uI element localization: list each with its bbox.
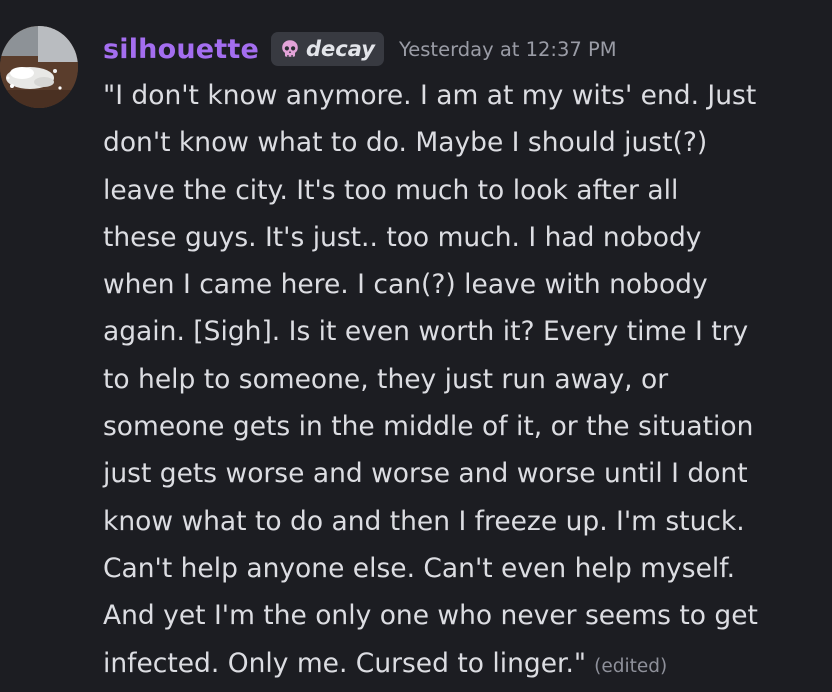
edited-label: (edited) <box>594 655 668 677</box>
message-text: "I don't know anymore. I am at my wits' … <box>103 80 758 679</box>
timestamp[interactable]: Yesterday at 12:37 PM <box>399 38 617 61</box>
chat-message: silhouette decay Yesterday at 12:37 PM "… <box>0 0 832 692</box>
message-header: silhouette decay Yesterday at 12:37 PM <box>103 28 617 70</box>
server-tag-label: decay <box>306 37 375 61</box>
server-tag[interactable]: decay <box>271 32 384 66</box>
avatar-image <box>0 26 78 108</box>
avatar[interactable] <box>0 26 78 108</box>
skull-icon <box>279 38 301 60</box>
username[interactable]: silhouette <box>103 34 259 65</box>
message-content: "I don't know anymore. I am at my wits' … <box>103 72 823 690</box>
